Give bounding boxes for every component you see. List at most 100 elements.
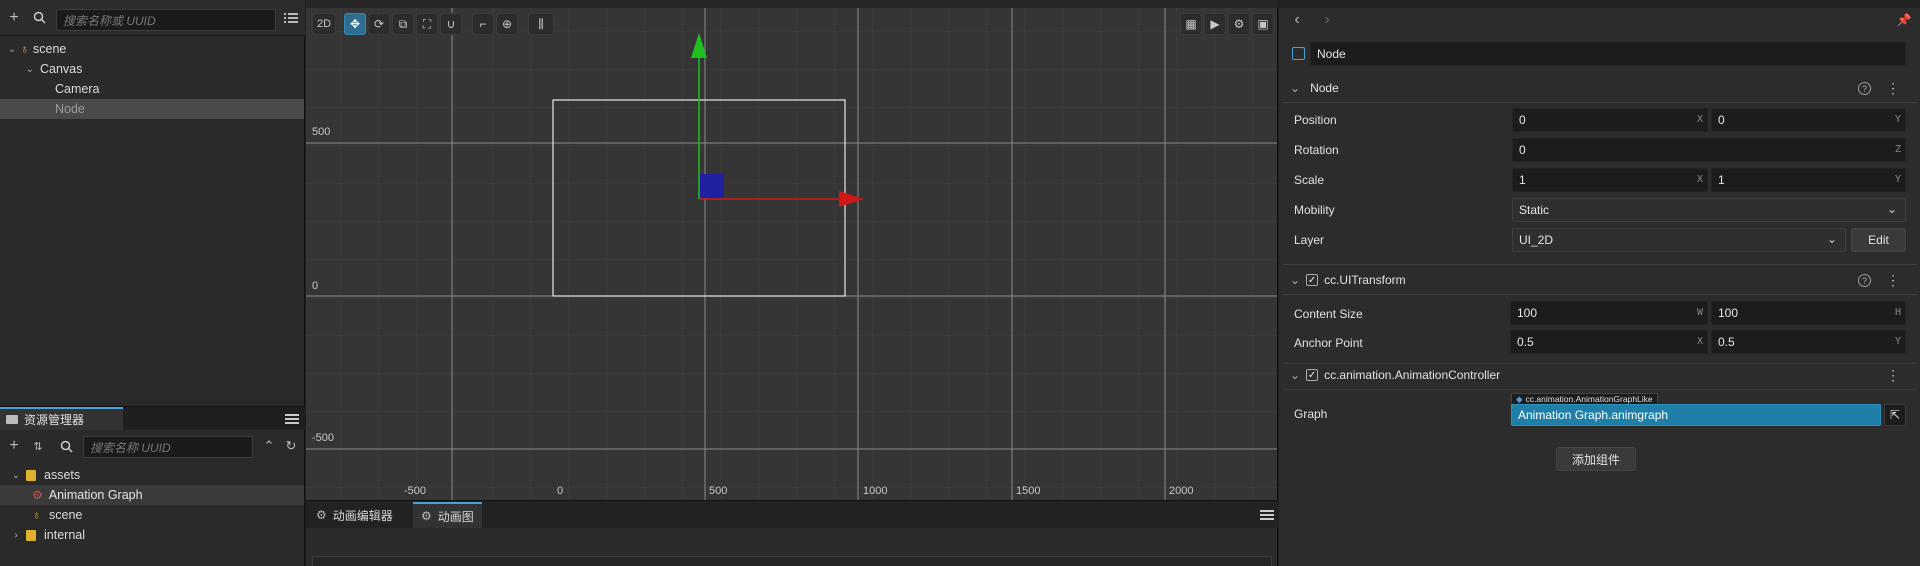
tab-animation-editor[interactable]: ⚙ 动画编辑器	[308, 502, 401, 528]
world-space-icon[interactable]: ⊕	[496, 13, 518, 35]
rotate-tool-icon[interactable]: ⟳	[368, 13, 390, 35]
tree-item-label: internal	[44, 528, 85, 542]
scene-grid	[306, 0, 1277, 500]
hierarchy-search-input[interactable]: 搜索名称或 UUID	[56, 9, 276, 31]
camera-icon[interactable]: ▶	[1204, 13, 1226, 35]
add-node-icon[interactable]: +	[6, 9, 22, 26]
position-x-input[interactable]: 0X	[1512, 108, 1708, 132]
asset-picker-icon[interactable]: ⇱	[1884, 404, 1906, 426]
scale-tool-icon[interactable]: ⧉	[392, 13, 414, 35]
asset-item-animation-graph[interactable]: ⚙ Animation Graph	[0, 485, 304, 505]
more-options-icon[interactable]: ⋮	[1886, 80, 1900, 96]
sort-icon[interactable]: ⇅	[30, 439, 46, 453]
chevron-down-icon[interactable]: ⌄	[6, 44, 18, 55]
assets-menu-icon[interactable]	[285, 413, 299, 425]
panel-menu-icon[interactable]	[1260, 509, 1274, 521]
hierarchy-menu-icon[interactable]	[284, 12, 298, 24]
move-tool-icon[interactable]: ✥	[344, 13, 366, 35]
asset-item-internal[interactable]: › internal	[0, 525, 304, 545]
animation-editor-icon: ⚙	[316, 508, 327, 522]
graph-label: Graph	[1294, 407, 1328, 421]
pivot-icon[interactable]: ⌐	[472, 13, 494, 35]
forward-arrow-icon[interactable]: ›	[1320, 11, 1334, 28]
help-icon[interactable]: ?	[1858, 82, 1871, 95]
tree-item-scene[interactable]: ⌄ ♁ scene	[0, 39, 304, 59]
back-arrow-icon[interactable]: ‹	[1290, 11, 1304, 28]
tab-label: 动画图	[437, 509, 474, 524]
position-y-input[interactable]: 0Y	[1711, 108, 1906, 132]
more-options-icon[interactable]: ⋮	[1886, 272, 1900, 288]
animation-controller-section-header[interactable]: ⌄ ✓ cc.animation.AnimationController	[1290, 368, 1500, 382]
scale-x-input[interactable]: 1X	[1512, 168, 1708, 192]
add-asset-icon[interactable]: +	[6, 437, 22, 454]
rotation-z-input[interactable]: 0Z	[1512, 138, 1906, 162]
field-suffix: X	[1696, 174, 1703, 185]
scene-view-options-icon[interactable]: ▣	[1252, 13, 1274, 35]
anchor-y-input[interactable]: 0.5 Y	[1711, 330, 1906, 354]
mobility-select[interactable]: Static ⌄	[1512, 198, 1906, 222]
refresh-icon[interactable]: ↻	[284, 438, 298, 453]
anchor-x-input[interactable]: 0.5 X	[1510, 330, 1708, 354]
tree-item-canvas[interactable]: ⌄ Canvas	[0, 59, 304, 79]
settings-icon[interactable]: ⚙	[1228, 13, 1250, 35]
chevron-down-icon[interactable]: ⌄	[1290, 273, 1300, 287]
field-value: 0	[1519, 113, 1526, 127]
scene-icon: ♁	[20, 42, 29, 56]
layer-select[interactable]: UI_2D ⌄	[1512, 228, 1846, 252]
chevron-right-icon[interactable]: ›	[10, 530, 22, 541]
search-icon[interactable]	[59, 439, 75, 455]
rect-tool-icon[interactable]: ⛶	[416, 13, 438, 35]
uitransform-enabled-checkbox[interactable]: ✓	[1306, 274, 1319, 286]
section-title: cc.UITransform	[1324, 273, 1406, 287]
y-axis-label: 500	[312, 126, 331, 138]
field-value: 0	[1519, 143, 1526, 157]
node-active-checkbox[interactable]	[1292, 47, 1305, 60]
chevron-down-icon[interactable]: ⌄	[1290, 81, 1300, 95]
assets-search-input[interactable]: 搜索名称 UUID	[83, 436, 253, 458]
asset-item-scene[interactable]: ♁ scene	[0, 505, 304, 525]
field-value: Static	[1519, 203, 1550, 217]
node-name-input[interactable]: Node	[1310, 42, 1906, 66]
tree-item-camera[interactable]: Camera	[0, 79, 304, 99]
animation-controller-enabled-checkbox[interactable]: ✓	[1306, 369, 1319, 381]
asset-item-assets[interactable]: ⌄ assets	[0, 465, 304, 485]
content-width-input[interactable]: 100 W	[1510, 301, 1708, 325]
chevron-down-icon[interactable]: ⌄	[24, 64, 36, 75]
gizmo-icon[interactable]: ▦	[1180, 13, 1202, 35]
content-height-input[interactable]: 100 H	[1711, 301, 1906, 325]
tree-item-label: Canvas	[40, 62, 83, 76]
section-divider	[1283, 389, 1917, 390]
x-axis-label: 500	[709, 485, 728, 497]
snap-tool-icon[interactable]: ∪	[440, 13, 462, 35]
chevron-down-icon: ⌄	[1826, 232, 1837, 246]
help-icon[interactable]: ?	[1858, 274, 1871, 287]
2d-mode-button[interactable]: 2D	[312, 13, 336, 35]
x-axis-label: 2000	[1169, 485, 1194, 497]
field-value: 1	[1718, 173, 1725, 187]
chevron-down-icon[interactable]: ⌄	[10, 470, 22, 481]
search-icon[interactable]	[32, 10, 48, 26]
uitransform-section-header[interactable]: ⌄ ✓ cc.UITransform	[1290, 273, 1406, 287]
tree-item-node[interactable]: Node	[0, 99, 304, 119]
chevron-down-icon[interactable]: ⌄	[1290, 368, 1300, 382]
layer-edit-button[interactable]: Edit	[1851, 228, 1906, 252]
asset-type-icon: ◆	[1516, 393, 1523, 404]
pin-icon[interactable]: 📌	[1897, 13, 1912, 27]
align-tool-icon[interactable]: ⫼	[528, 13, 554, 35]
graph-asset-field[interactable]: Animation Graph.animgraph	[1511, 404, 1881, 426]
node-section-header[interactable]: ⌄ Node	[1290, 81, 1339, 95]
section-divider	[1283, 102, 1917, 103]
collapse-icon[interactable]: ⌃	[262, 438, 276, 453]
field-value: UI_2D	[1519, 233, 1554, 247]
more-options-icon[interactable]: ⋮	[1886, 367, 1900, 383]
field-value: 100	[1517, 306, 1538, 320]
content-size-label: Content Size	[1294, 307, 1363, 321]
add-component-button[interactable]: 添加组件	[1556, 447, 1636, 471]
field-value: 0.5	[1718, 335, 1735, 349]
tab-animation-graph[interactable]: ⚙ 动画图	[413, 502, 482, 528]
folder-icon	[6, 415, 18, 424]
x-axis-label: 1500	[1016, 485, 1041, 497]
scene-viewport[interactable]: 500 0 -500 -500 0 500 1000 1500 2000 2D …	[306, 0, 1278, 500]
scale-y-input[interactable]: 1Y	[1711, 168, 1906, 192]
tab-assets[interactable]: 资源管理器	[0, 407, 123, 430]
